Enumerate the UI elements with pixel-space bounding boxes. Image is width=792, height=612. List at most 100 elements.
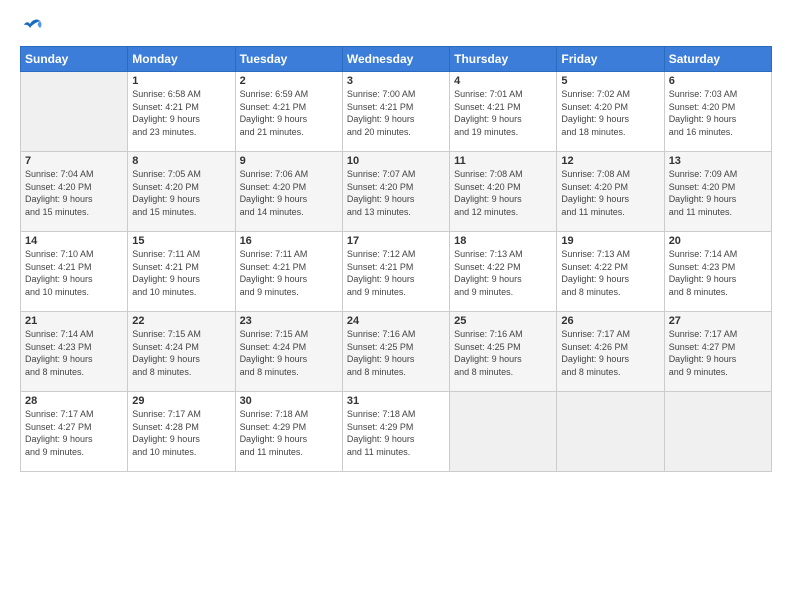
day-info: Sunrise: 7:17 AM Sunset: 4:26 PM Dayligh… [561, 328, 659, 378]
table-row: 30Sunrise: 7:18 AM Sunset: 4:29 PM Dayli… [235, 392, 342, 472]
table-row: 4Sunrise: 7:01 AM Sunset: 4:21 PM Daylig… [450, 72, 557, 152]
table-row: 20Sunrise: 7:14 AM Sunset: 4:23 PM Dayli… [664, 232, 771, 312]
day-info: Sunrise: 7:07 AM Sunset: 4:20 PM Dayligh… [347, 168, 445, 218]
day-info: Sunrise: 7:02 AM Sunset: 4:20 PM Dayligh… [561, 88, 659, 138]
day-number: 22 [132, 315, 230, 327]
day-number: 26 [561, 315, 659, 327]
logo [20, 16, 44, 38]
day-info: Sunrise: 7:06 AM Sunset: 4:20 PM Dayligh… [240, 168, 338, 218]
day-number: 31 [347, 395, 445, 407]
weekday-header-sunday: Sunday [21, 47, 128, 72]
day-number: 8 [132, 155, 230, 167]
day-info: Sunrise: 7:14 AM Sunset: 4:23 PM Dayligh… [669, 248, 767, 298]
day-number: 6 [669, 75, 767, 87]
day-number: 15 [132, 235, 230, 247]
page: { "logo": { "general": "General", "blue"… [0, 0, 792, 612]
day-number: 9 [240, 155, 338, 167]
day-number: 30 [240, 395, 338, 407]
day-info: Sunrise: 6:58 AM Sunset: 4:21 PM Dayligh… [132, 88, 230, 138]
day-number: 24 [347, 315, 445, 327]
day-number: 7 [25, 155, 123, 167]
table-row: 9Sunrise: 7:06 AM Sunset: 4:20 PM Daylig… [235, 152, 342, 232]
day-number: 29 [132, 395, 230, 407]
day-info: Sunrise: 7:01 AM Sunset: 4:21 PM Dayligh… [454, 88, 552, 138]
table-row: 21Sunrise: 7:14 AM Sunset: 4:23 PM Dayli… [21, 312, 128, 392]
day-info: Sunrise: 7:16 AM Sunset: 4:25 PM Dayligh… [454, 328, 552, 378]
calendar-table: SundayMondayTuesdayWednesdayThursdayFrid… [20, 46, 772, 472]
header [20, 16, 772, 38]
table-row: 3Sunrise: 7:00 AM Sunset: 4:21 PM Daylig… [342, 72, 449, 152]
day-number: 18 [454, 235, 552, 247]
day-number: 25 [454, 315, 552, 327]
day-info: Sunrise: 7:04 AM Sunset: 4:20 PM Dayligh… [25, 168, 123, 218]
day-number: 12 [561, 155, 659, 167]
table-row: 13Sunrise: 7:09 AM Sunset: 4:20 PM Dayli… [664, 152, 771, 232]
day-info: Sunrise: 7:13 AM Sunset: 4:22 PM Dayligh… [561, 248, 659, 298]
table-row: 10Sunrise: 7:07 AM Sunset: 4:20 PM Dayli… [342, 152, 449, 232]
day-info: Sunrise: 7:13 AM Sunset: 4:22 PM Dayligh… [454, 248, 552, 298]
table-row: 24Sunrise: 7:16 AM Sunset: 4:25 PM Dayli… [342, 312, 449, 392]
table-row: 17Sunrise: 7:12 AM Sunset: 4:21 PM Dayli… [342, 232, 449, 312]
table-row: 1Sunrise: 6:58 AM Sunset: 4:21 PM Daylig… [128, 72, 235, 152]
day-info: Sunrise: 7:10 AM Sunset: 4:21 PM Dayligh… [25, 248, 123, 298]
table-row: 22Sunrise: 7:15 AM Sunset: 4:24 PM Dayli… [128, 312, 235, 392]
day-number: 28 [25, 395, 123, 407]
day-number: 19 [561, 235, 659, 247]
table-row [450, 392, 557, 472]
day-info: Sunrise: 7:08 AM Sunset: 4:20 PM Dayligh… [454, 168, 552, 218]
table-row: 29Sunrise: 7:17 AM Sunset: 4:28 PM Dayli… [128, 392, 235, 472]
weekday-header-thursday: Thursday [450, 47, 557, 72]
table-row: 11Sunrise: 7:08 AM Sunset: 4:20 PM Dayli… [450, 152, 557, 232]
table-row: 18Sunrise: 7:13 AM Sunset: 4:22 PM Dayli… [450, 232, 557, 312]
day-number: 16 [240, 235, 338, 247]
day-number: 13 [669, 155, 767, 167]
day-info: Sunrise: 7:16 AM Sunset: 4:25 PM Dayligh… [347, 328, 445, 378]
weekday-header-tuesday: Tuesday [235, 47, 342, 72]
day-number: 2 [240, 75, 338, 87]
day-info: Sunrise: 7:11 AM Sunset: 4:21 PM Dayligh… [240, 248, 338, 298]
day-number: 20 [669, 235, 767, 247]
logo-bird-icon [22, 16, 44, 38]
day-info: Sunrise: 7:03 AM Sunset: 4:20 PM Dayligh… [669, 88, 767, 138]
table-row: 8Sunrise: 7:05 AM Sunset: 4:20 PM Daylig… [128, 152, 235, 232]
day-info: Sunrise: 7:17 AM Sunset: 4:27 PM Dayligh… [25, 408, 123, 458]
day-info: Sunrise: 7:11 AM Sunset: 4:21 PM Dayligh… [132, 248, 230, 298]
table-row: 26Sunrise: 7:17 AM Sunset: 4:26 PM Dayli… [557, 312, 664, 392]
day-info: Sunrise: 7:09 AM Sunset: 4:20 PM Dayligh… [669, 168, 767, 218]
day-info: Sunrise: 7:17 AM Sunset: 4:27 PM Dayligh… [669, 328, 767, 378]
table-row [664, 392, 771, 472]
day-info: Sunrise: 7:05 AM Sunset: 4:20 PM Dayligh… [132, 168, 230, 218]
day-number: 14 [25, 235, 123, 247]
day-info: Sunrise: 7:18 AM Sunset: 4:29 PM Dayligh… [347, 408, 445, 458]
table-row: 2Sunrise: 6:59 AM Sunset: 4:21 PM Daylig… [235, 72, 342, 152]
day-info: Sunrise: 7:12 AM Sunset: 4:21 PM Dayligh… [347, 248, 445, 298]
weekday-header-wednesday: Wednesday [342, 47, 449, 72]
table-row: 31Sunrise: 7:18 AM Sunset: 4:29 PM Dayli… [342, 392, 449, 472]
day-info: Sunrise: 7:14 AM Sunset: 4:23 PM Dayligh… [25, 328, 123, 378]
table-row: 27Sunrise: 7:17 AM Sunset: 4:27 PM Dayli… [664, 312, 771, 392]
day-info: Sunrise: 7:15 AM Sunset: 4:24 PM Dayligh… [240, 328, 338, 378]
day-number: 17 [347, 235, 445, 247]
day-number: 11 [454, 155, 552, 167]
table-row: 19Sunrise: 7:13 AM Sunset: 4:22 PM Dayli… [557, 232, 664, 312]
table-row: 6Sunrise: 7:03 AM Sunset: 4:20 PM Daylig… [664, 72, 771, 152]
table-row: 14Sunrise: 7:10 AM Sunset: 4:21 PM Dayli… [21, 232, 128, 312]
day-number: 21 [25, 315, 123, 327]
day-info: Sunrise: 7:08 AM Sunset: 4:20 PM Dayligh… [561, 168, 659, 218]
table-row: 15Sunrise: 7:11 AM Sunset: 4:21 PM Dayli… [128, 232, 235, 312]
table-row [21, 72, 128, 152]
weekday-header-monday: Monday [128, 47, 235, 72]
day-number: 10 [347, 155, 445, 167]
table-row: 25Sunrise: 7:16 AM Sunset: 4:25 PM Dayli… [450, 312, 557, 392]
day-number: 4 [454, 75, 552, 87]
day-number: 27 [669, 315, 767, 327]
table-row: 16Sunrise: 7:11 AM Sunset: 4:21 PM Dayli… [235, 232, 342, 312]
table-row: 23Sunrise: 7:15 AM Sunset: 4:24 PM Dayli… [235, 312, 342, 392]
day-info: Sunrise: 7:17 AM Sunset: 4:28 PM Dayligh… [132, 408, 230, 458]
table-row: 5Sunrise: 7:02 AM Sunset: 4:20 PM Daylig… [557, 72, 664, 152]
table-row: 28Sunrise: 7:17 AM Sunset: 4:27 PM Dayli… [21, 392, 128, 472]
day-number: 5 [561, 75, 659, 87]
day-info: Sunrise: 7:15 AM Sunset: 4:24 PM Dayligh… [132, 328, 230, 378]
day-info: Sunrise: 7:00 AM Sunset: 4:21 PM Dayligh… [347, 88, 445, 138]
weekday-header-saturday: Saturday [664, 47, 771, 72]
